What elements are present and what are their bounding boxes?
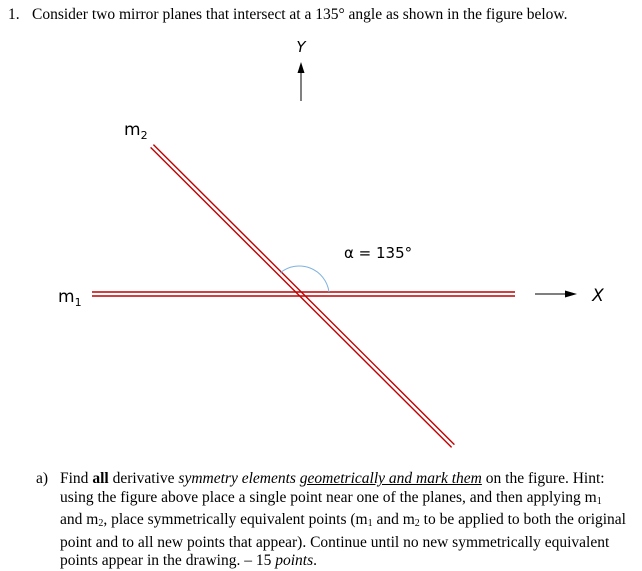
emphasis-all: all [92, 470, 109, 487]
mirror-1-label: m1 [58, 287, 82, 309]
mirror-2-label: m2 [124, 120, 148, 142]
emphasis-geometrically: geometrically and mark them [299, 470, 482, 487]
x-axis-arrowhead [565, 290, 577, 298]
part-a: a) Find all derivative symmetry elements… [36, 470, 626, 571]
x-axis-label: X [591, 286, 604, 306]
part-a-text: Find all derivative symmetry elements ge… [60, 470, 626, 569]
y-axis-label: Y [296, 38, 307, 56]
emphasis-symmetry-elements: symmetry elements [178, 470, 296, 487]
angle-label: α = 135° [344, 244, 412, 262]
y-axis-arrowhead [297, 62, 305, 73]
points-value: points [275, 552, 314, 569]
part-a-label: a) [36, 470, 49, 487]
